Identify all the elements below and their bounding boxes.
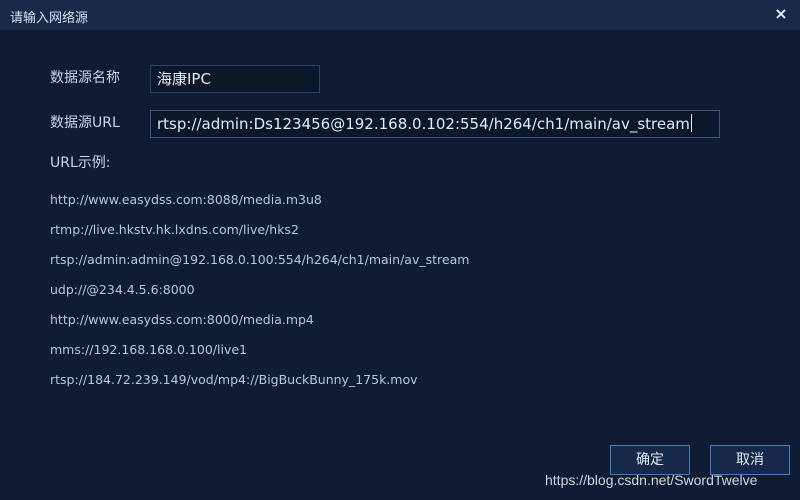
url-field-label: 数据源URL — [50, 115, 120, 131]
cancel-button[interactable]: 取消 — [710, 445, 790, 475]
network-source-dialog: 请输入网络源 × 数据源名称 海康IPC 数据源URL rtsp://admin… — [0, 0, 800, 500]
name-field-label: 数据源名称 — [50, 70, 120, 86]
url-example-item: rtsp://admin:admin@192.168.0.100:554/h26… — [50, 252, 470, 267]
close-icon[interactable]: × — [772, 4, 790, 24]
watermark-text: https://blog.csdn.net/SwordTwelve — [545, 472, 758, 488]
ok-button[interactable]: 确定 — [610, 445, 690, 475]
url-example-item: http://www.easydss.com:8088/media.m3u8 — [50, 192, 322, 207]
url-example-item: mms://192.168.168.0.100/live1 — [50, 342, 247, 357]
url-examples-label: URL示例: — [50, 155, 111, 171]
name-input-value: 海康IPC — [157, 70, 211, 88]
url-input-value: rtsp://admin:Ds123456@192.168.0.102:554/… — [157, 115, 690, 133]
url-example-item: rtsp://184.72.239.149/vod/mp4://BigBuckB… — [50, 372, 418, 387]
url-example-item: http://www.easydss.com:8000/media.mp4 — [50, 312, 314, 327]
url-examples-list: http://www.easydss.com:8088/media.m3u8 r… — [50, 190, 469, 400]
dialog-title: 请输入网络源 — [10, 11, 89, 26]
url-example-item: udp://@234.4.5.6:8000 — [50, 282, 195, 297]
title-bar[interactable]: 请输入网络源 × — [0, 0, 800, 30]
url-input[interactable]: rtsp://admin:Ds123456@192.168.0.102:554/… — [150, 110, 720, 138]
text-cursor — [690, 114, 692, 132]
url-example-item: rtmp://live.hkstv.hk.lxdns.com/live/hks2 — [50, 222, 299, 237]
name-input[interactable]: 海康IPC — [150, 65, 320, 93]
